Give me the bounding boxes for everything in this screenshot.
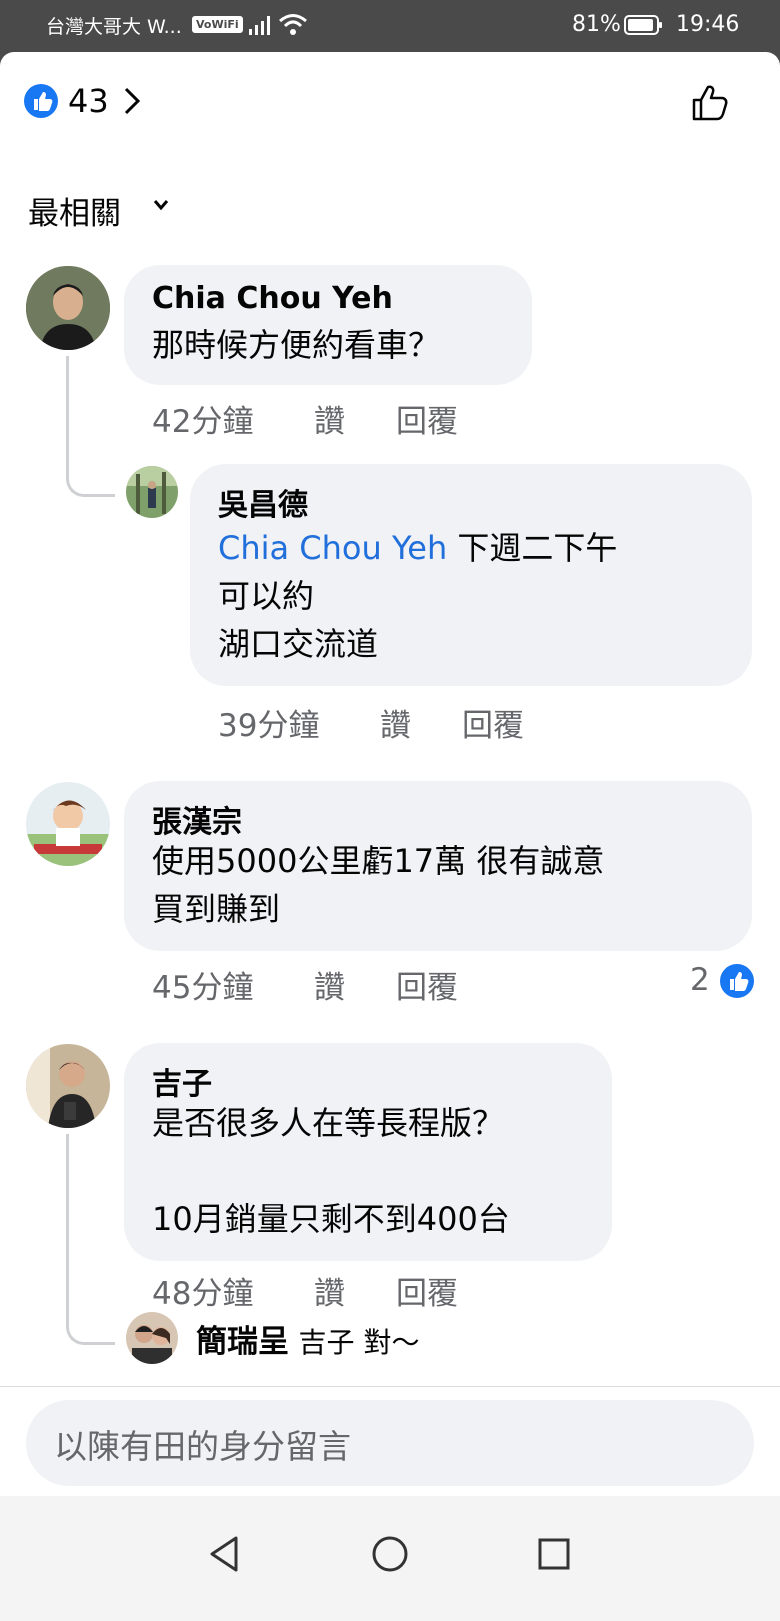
recents-square-icon[interactable] (536, 1534, 572, 1574)
reply-actions: 39分鐘 讚 回覆 (218, 700, 598, 744)
reply-link[interactable]: 回覆 (462, 700, 524, 745)
comment-time: 45分鐘 (152, 970, 254, 1006)
reply-text: 湖口交流道 (218, 625, 379, 663)
comment-text: 使用5000公里虧17萬 很有誠意 (152, 842, 605, 880)
mention-link[interactable]: Chia Chou Yeh (218, 529, 447, 567)
mention-link[interactable]: 吉子 (299, 1326, 355, 1359)
thread-line (66, 356, 115, 497)
like-badge-icon[interactable] (24, 84, 58, 118)
comment-text: 買到賺到 (152, 890, 281, 928)
comment-time: 48分鐘 (152, 1276, 254, 1312)
reply-link[interactable]: 回覆 (396, 396, 458, 441)
clock: 19:46 (676, 12, 740, 37)
like-reaction-icon[interactable] (718, 962, 756, 1000)
vowifi-badge: VoWiFi (192, 16, 243, 33)
comment-actions: 48分鐘 讚 回覆 (152, 1268, 532, 1312)
comment-actions: 45分鐘 讚 回覆 (152, 962, 532, 1006)
reply-preview-text: 吉子 對～ (299, 1326, 420, 1359)
avatar[interactable] (26, 782, 110, 866)
reply-text-line: Chia Chou Yeh 下週二下午 (218, 524, 617, 572)
reply-text: 下週二下午 (447, 529, 618, 567)
carrier-name: 台灣大哥大 W... (46, 16, 182, 38)
back-triangle-icon[interactable] (206, 1534, 242, 1574)
comment-text: 是否很多人在等長程版？ (152, 1104, 505, 1142)
comment-time: 42分鐘 (152, 404, 254, 440)
like-link[interactable]: 讚 (314, 1268, 345, 1313)
like-link[interactable]: 讚 (314, 396, 345, 441)
reply-author[interactable]: 簡瑞呈 (196, 1324, 289, 1360)
like-link[interactable]: 讚 (380, 700, 411, 745)
avatar[interactable] (26, 266, 110, 350)
reply-link[interactable]: 回覆 (396, 962, 458, 1007)
reply-preview[interactable]: 簡瑞呈 吉子 對～ (196, 1316, 419, 1361)
comment-author[interactable]: 吉子 (152, 1059, 212, 1103)
reply-link[interactable]: 回覆 (396, 1268, 458, 1313)
comment-author[interactable]: Chia Chou Yeh (152, 281, 393, 316)
comment-text: 那時候方便約看車？ (152, 326, 441, 364)
like-link[interactable]: 讚 (314, 962, 345, 1007)
wifi-icon (279, 14, 307, 35)
reply-time: 39分鐘 (218, 708, 320, 744)
reply-text: 可以約 (218, 577, 315, 615)
comment-input-placeholder: 以陳有田的身分留言 (54, 1427, 351, 1466)
avatar[interactable] (26, 1044, 110, 1128)
comments-sheet: 43 最相關 Chia Chou Yeh 那時候方便約看車？ 42分鐘 讚 回覆 (0, 52, 780, 1621)
chevron-down-icon[interactable] (152, 198, 170, 212)
avatar[interactable] (126, 1312, 178, 1364)
composer-bar: 以陳有田的身分留言 (0, 1386, 780, 1507)
battery-icon (624, 15, 662, 35)
signal-icon (249, 16, 270, 35)
battery-percent: 81% (572, 12, 621, 37)
comment-bubble[interactable]: 張漢宗 使用5000公里虧17萬 很有誠意 買到賺到 (124, 781, 752, 951)
avatar[interactable] (126, 466, 178, 518)
thread-line (66, 1134, 115, 1345)
home-circle-icon[interactable] (370, 1534, 410, 1574)
comment-actions: 42分鐘 讚 回覆 (152, 396, 532, 440)
thumbs-up-outline-icon[interactable] (690, 80, 734, 124)
reply-text: 對～ (354, 1326, 420, 1359)
status-bar: 台灣大哥大 W... VoWiFi 81% 19:46 (0, 0, 780, 52)
reply-author[interactable]: 吳昌德 (218, 480, 308, 524)
reply-bubble[interactable]: 吳昌德 Chia Chou Yeh 下週二下午 可以約 湖口交流道 (190, 464, 752, 686)
comment-input[interactable]: 以陳有田的身分留言 (26, 1400, 754, 1486)
comment-text: 10月銷量只剩不到400台 (152, 1200, 510, 1238)
comment-bubble[interactable]: Chia Chou Yeh 那時候方便約看車？ (124, 265, 532, 385)
chevron-right-icon[interactable] (122, 86, 142, 116)
comment-bubble[interactable]: 吉子 是否很多人在等長程版？ 10月銷量只剩不到400台 (124, 1043, 612, 1261)
reactions-header: 43 (0, 52, 780, 152)
system-nav-bar (0, 1496, 780, 1621)
reaction-count[interactable]: 2 (690, 962, 710, 998)
like-count[interactable]: 43 (68, 82, 109, 120)
comment-author[interactable]: 張漢宗 (152, 797, 242, 841)
sort-dropdown[interactable]: 最相關 (28, 188, 121, 233)
